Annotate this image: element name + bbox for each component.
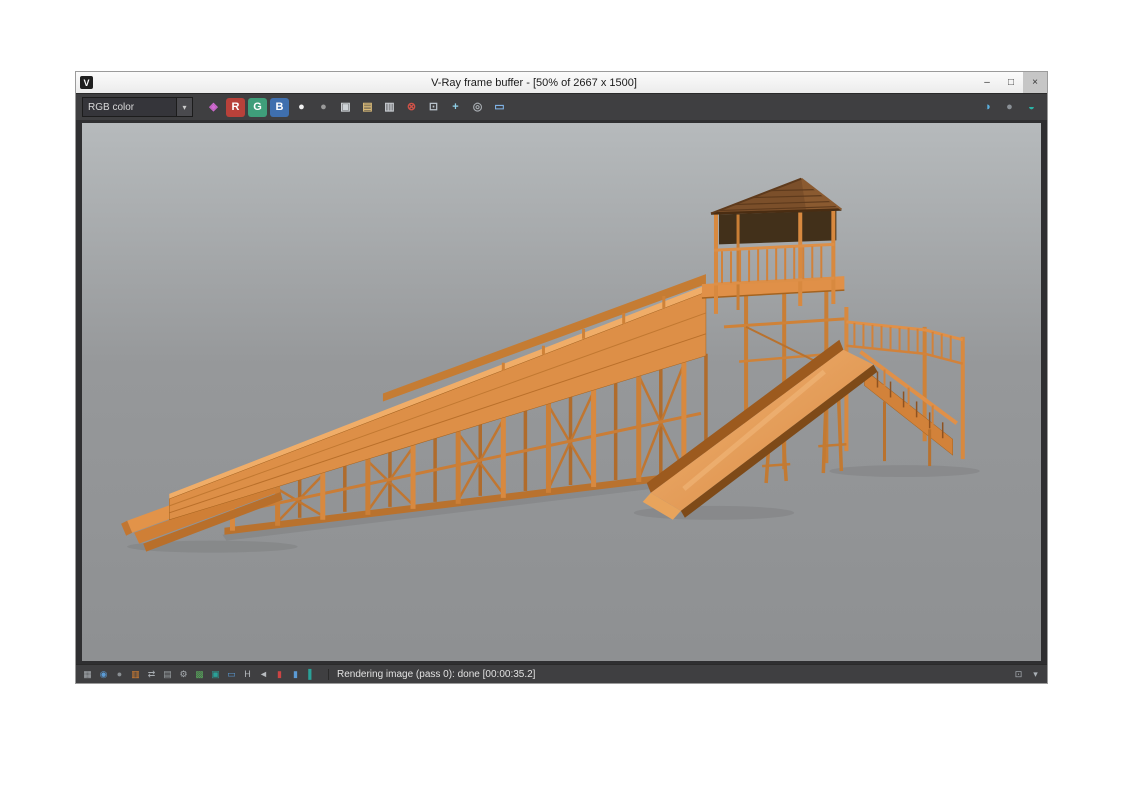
window-controls: – □ × (975, 72, 1047, 93)
sb-prev-icon[interactable]: ◄ (257, 668, 270, 681)
region-render-button[interactable]: ▭ (490, 98, 509, 117)
globals-button[interactable]: ● (1000, 98, 1019, 117)
sb-blue-frame-icon[interactable]: ▭ (225, 668, 238, 681)
sb-sphere-icon[interactable]: ● (113, 668, 126, 681)
window-title: V-Ray frame buffer - [50% of 2667 x 1500… (431, 76, 637, 89)
sb-blue-bar-icon[interactable]: ▮ (289, 668, 302, 681)
sb-red-bar-icon[interactable]: ▮ (273, 668, 286, 681)
vray-logo-icon: V (80, 76, 93, 89)
toolbar-left-buttons: ◈ R G B ● ● ▣ ▤ ▥ ⊗ ⊡ + ◎ ▭ (204, 97, 509, 117)
stop-render-button[interactable]: ⊗ (402, 98, 421, 117)
blue-channel-button[interactable]: B (270, 97, 289, 117)
lens-effects-button[interactable]: ◒ (1022, 98, 1041, 117)
show-corrections-button[interactable]: ◎ (468, 98, 487, 117)
statusbar-icons: ▦ ◉ ● ▥ ⇄ ▤ ⚙ ▩ ▣ ▭ H ◄ ▮ ▮ ▌ (81, 668, 318, 681)
sb-swap-icon[interactable]: ⇄ (145, 668, 158, 681)
alpha-channel-button[interactable]: ● (292, 98, 311, 117)
dock-buffer-icon[interactable]: ⊡ (1012, 668, 1025, 681)
sb-settings-icon[interactable]: ⚙ (177, 668, 190, 681)
desktop: V V-Ray frame buffer - [50% of 2667 x 15… (0, 0, 1122, 793)
maximize-button[interactable]: □ (999, 72, 1023, 93)
render-3d-model (82, 123, 1041, 661)
channel-select[interactable]: RGB color ▾ (82, 97, 193, 117)
minimize-button[interactable]: – (975, 72, 999, 93)
sb-materials-icon[interactable]: ▦ (81, 668, 94, 681)
sb-palette-icon[interactable]: ▥ (129, 668, 142, 681)
red-channel-button[interactable]: R (226, 97, 245, 117)
sb-history-icon[interactable]: H (241, 668, 254, 681)
close-button[interactable]: × (1023, 72, 1047, 93)
chevron-down-icon[interactable]: ▾ (176, 98, 192, 116)
clear-image-button[interactable]: ▥ (380, 98, 399, 117)
monochrome-button[interactable]: ● (314, 98, 333, 117)
collapse-bar-icon[interactable]: ▾ (1029, 668, 1042, 681)
render-canvas[interactable] (82, 123, 1041, 661)
vfb-channels-icon[interactable]: ◈ (204, 98, 223, 117)
duplicate-buffer-button[interactable]: ⊡ (424, 98, 443, 117)
sb-layers-icon[interactable]: ▤ (161, 668, 174, 681)
sb-teal-square-icon[interactable]: ▣ (209, 668, 222, 681)
green-channel-button[interactable]: G (248, 97, 267, 117)
save-image-button[interactable]: ▣ (336, 98, 355, 117)
channel-select-value: RGB color (88, 101, 135, 113)
sb-teal-bar-icon[interactable]: ▌ (305, 668, 318, 681)
open-image-button[interactable]: ▤ (358, 98, 377, 117)
render-status-text: Rendering image (pass 0): done [00:00:35… (328, 668, 535, 680)
statusbar-right-icons: ⊡ ▾ (1012, 668, 1042, 681)
vray-frame-buffer-window: V V-Ray frame buffer - [50% of 2667 x 15… (75, 71, 1048, 684)
titlebar[interactable]: V V-Ray frame buffer - [50% of 2667 x 15… (76, 72, 1047, 93)
sb-grid-green-icon[interactable]: ▩ (193, 668, 206, 681)
statusbar: ▦ ◉ ● ▥ ⇄ ▤ ⚙ ▩ ▣ ▭ H ◄ ▮ ▮ ▌ Rendering image (pass 0)… (76, 664, 1047, 683)
track-mouse-button[interactable]: + (446, 98, 465, 117)
sb-world-icon[interactable]: ◉ (97, 668, 110, 681)
toolbar: RGB color ▾ ◈ R G B ● ● ▣ ▤ ▥ ⊗ ⊡ + ◎ ▭ ◑ ● ◒ (76, 93, 1047, 120)
render-viewport-frame (76, 120, 1047, 664)
color-corrections-button[interactable]: ◑ (978, 98, 997, 117)
toolbar-right-buttons: ◑ ● ◒ (978, 98, 1041, 117)
